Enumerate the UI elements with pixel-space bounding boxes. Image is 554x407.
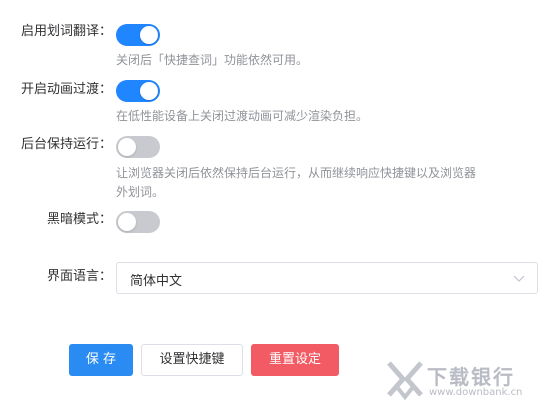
chevron-down-icon: [513, 275, 525, 282]
switch-knob: [118, 213, 136, 231]
switch-knob: [118, 138, 136, 156]
background-run-description-line2: 外划词。: [116, 185, 165, 199]
set-shortcut-button[interactable]: 设置快捷键: [141, 344, 243, 376]
word-translate-description: 关闭后「快捷查词」功能依然可用。: [116, 53, 309, 67]
dark-mode-label: 黑暗模式：: [46, 212, 112, 227]
watermark-url: www.downbank.cn: [429, 387, 523, 398]
word-translate-switch[interactable]: [116, 24, 160, 46]
switch-knob: [140, 26, 158, 44]
word-translate-label: 启用划词翻译：: [20, 24, 112, 39]
switch-knob: [140, 82, 158, 100]
dark-mode-switch[interactable]: [116, 211, 160, 233]
transition-label: 开启动画过渡：: [20, 82, 112, 97]
transition-switch[interactable]: [116, 80, 160, 102]
background-run-description-line1: 让浏览器关闭后依然保持后台运行，从而继续响应快捷键以及浏览器: [116, 166, 477, 180]
background-run-switch[interactable]: [116, 136, 160, 158]
watermark-name: 下载银行: [427, 365, 515, 389]
background-run-label: 后台保持运行：: [20, 137, 112, 152]
language-label: 界面语言：: [46, 269, 112, 284]
transition-description: 在低性能设备上关闭过渡动画可减少渲染负担。: [116, 109, 369, 123]
save-button[interactable]: 保 存: [69, 344, 133, 376]
language-select[interactable]: 简体中文: [116, 262, 538, 294]
reset-settings-button[interactable]: 重置设定: [251, 344, 339, 376]
language-select-value: 简体中文: [130, 274, 183, 289]
watermark: 下载银行 www.downbank.cn: [385, 357, 545, 401]
downbank-logo-icon: [387, 361, 423, 401]
